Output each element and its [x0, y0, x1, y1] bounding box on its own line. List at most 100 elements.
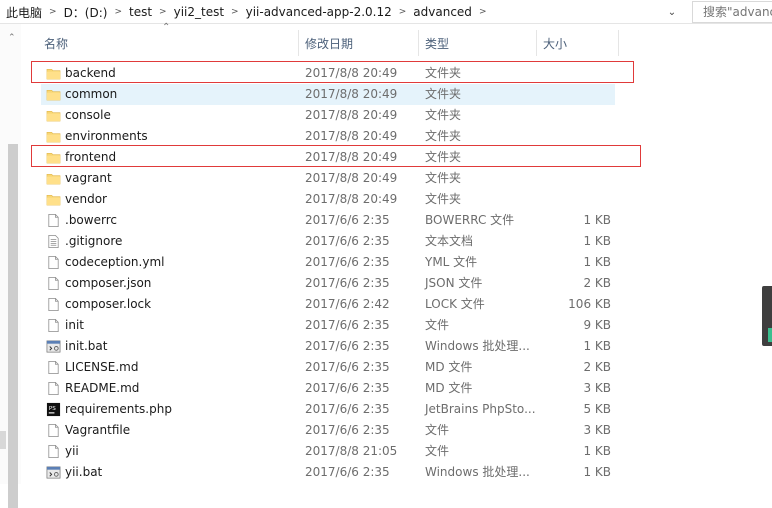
file-size: [541, 126, 611, 147]
sort-ascending-icon: ⌃: [162, 22, 171, 33]
file-name: .bowerrc: [65, 213, 117, 227]
file-name: init: [65, 318, 84, 332]
file-type: 文本文档: [425, 234, 474, 248]
address-divider: [682, 2, 683, 22]
file-name: common: [65, 87, 118, 101]
file-size: 3 KB: [583, 423, 611, 437]
file-type: 文件: [425, 318, 450, 332]
file-type: MD 文件: [425, 360, 473, 374]
file-type: 文件夹: [425, 150, 462, 164]
file-size: 1 KB: [583, 234, 611, 248]
file-row[interactable]: .gitignore 2017/6/6 2:35 文本文档 1 KB: [41, 231, 615, 252]
file-type: 文件夹: [425, 171, 462, 185]
file-name: composer.lock: [65, 297, 152, 311]
breadcrumb-separator-icon[interactable]: >: [396, 7, 410, 17]
file-size: 9 KB: [583, 318, 611, 332]
address-dropdown-icon[interactable]: ⌄: [663, 2, 681, 22]
file-row[interactable]: LICENSE.md 2017/6/6 2:35 MD 文件 2 KB: [41, 357, 615, 378]
breadcrumb-item-test[interactable]: test: [125, 5, 156, 19]
file-modified-date: 2017/8/8 21:05: [305, 444, 398, 458]
file-type: 文件夹: [425, 87, 462, 101]
search-input[interactable]: [692, 1, 772, 23]
file-size: 106 KB: [568, 297, 611, 311]
file-row[interactable]: .bowerrc 2017/6/6 2:35 BOWERRC 文件 1 KB: [41, 210, 615, 231]
file-row[interactable]: composer.json 2017/6/6 2:35 JSON 文件 2 KB: [41, 273, 615, 294]
file-row[interactable]: yii.bat 2017/6/6 2:35 Windows 批处理... 1 KB: [41, 462, 615, 483]
file-row[interactable]: init.bat 2017/6/6 2:35 Windows 批处理... 1 KB: [41, 336, 615, 357]
file-row[interactable]: init 2017/6/6 2:35 文件 9 KB: [41, 315, 615, 336]
file-row[interactable]: common 2017/8/8 20:49 文件夹: [41, 84, 615, 105]
file-modified-date: 2017/6/6 2:35: [305, 318, 390, 332]
column-header-name[interactable]: 名称: [44, 30, 68, 56]
column-header-type[interactable]: 类型: [425, 30, 449, 56]
file-row[interactable]: frontend 2017/8/8 20:49 文件夹: [41, 147, 615, 168]
file-name: vagrant: [65, 171, 112, 185]
column-divider[interactable]: [418, 30, 419, 56]
file-type: 文件: [425, 423, 450, 437]
file-name: composer.json: [65, 276, 152, 290]
file-name: Vagrantfile: [65, 423, 131, 437]
nav-scrollbar-thumb[interactable]: [8, 144, 18, 508]
file-name: .gitignore: [65, 234, 123, 248]
file-type: 文件夹: [425, 66, 462, 80]
breadcrumb-item-app[interactable]: yii-advanced-app-2.0.12: [242, 5, 396, 19]
breadcrumb: 此电脑 > D：(D:) > test > yii2_test > yii-ad…: [2, 4, 489, 20]
file-row[interactable]: console 2017/8/8 20:49 文件夹: [41, 105, 615, 126]
file-row[interactable]: composer.lock 2017/6/6 2:42 LOCK 文件 106 KB: [41, 294, 615, 315]
file-modified-date: 2017/8/8 20:49: [305, 192, 398, 206]
file-size: 1 KB: [583, 339, 611, 353]
file-name: backend: [65, 66, 116, 80]
file-modified-date: 2017/8/8 20:49: [305, 87, 398, 101]
column-header-date[interactable]: 修改日期: [305, 30, 353, 56]
file-modified-date: 2017/8/8 20:49: [305, 171, 398, 185]
file-size: [541, 63, 611, 84]
file-modified-date: 2017/6/6 2:35: [305, 360, 390, 374]
file-size: [541, 147, 611, 168]
file-type: LOCK 文件: [425, 297, 485, 311]
file-row[interactable]: Vagrantfile 2017/6/6 2:35 文件 3 KB: [41, 420, 615, 441]
file-type: 文件夹: [425, 129, 462, 143]
file-modified-date: 2017/6/6 2:35: [305, 339, 390, 353]
file-type: MD 文件: [425, 381, 473, 395]
address-bar[interactable]: 此电脑 > D：(D:) > test > yii2_test > yii-ad…: [0, 0, 772, 24]
file-name: requirements.php: [65, 402, 172, 416]
file-type: 文件夹: [425, 108, 462, 122]
breadcrumb-separator-icon[interactable]: >: [156, 7, 170, 17]
file-row[interactable]: yii 2017/8/8 21:05 文件 1 KB: [41, 441, 615, 462]
file-type: Windows 批处理...: [425, 465, 530, 479]
breadcrumb-separator-icon[interactable]: >: [111, 7, 125, 17]
file-type: JSON 文件: [425, 276, 483, 290]
file-row[interactable]: README.md 2017/6/6 2:35 MD 文件 3 KB: [41, 378, 615, 399]
column-divider[interactable]: [536, 30, 537, 56]
file-row[interactable]: PS requirements.php 2017/6/6 2:35 JetBrains…: [41, 399, 615, 420]
file-type: 文件: [425, 444, 450, 458]
breadcrumb-item-yii2-test[interactable]: yii2_test: [170, 5, 228, 19]
file-row[interactable]: backend 2017/8/8 20:49 文件夹: [41, 63, 615, 84]
file-name: README.md: [65, 381, 140, 395]
file-row[interactable]: vagrant 2017/8/8 20:49 文件夹: [41, 168, 615, 189]
file-size: [541, 105, 611, 126]
file-modified-date: 2017/6/6 2:35: [305, 465, 390, 479]
file-modified-date: 2017/6/6 2:35: [305, 423, 390, 437]
column-divider[interactable]: [618, 30, 619, 56]
file-type: 文件夹: [425, 192, 462, 206]
file-row[interactable]: vendor 2017/8/8 20:49 文件夹: [41, 189, 615, 210]
breadcrumb-item-drive[interactable]: D：(D:): [60, 4, 112, 21]
file-size: [541, 189, 611, 210]
breadcrumb-separator-icon[interactable]: >: [46, 7, 60, 17]
breadcrumb-separator-icon[interactable]: >: [476, 7, 490, 17]
file-row[interactable]: environments 2017/8/8 20:49 文件夹: [41, 126, 615, 147]
nav-scroll-up-icon[interactable]: ⌃: [8, 33, 16, 43]
nav-scrollbar-track[interactable]: [0, 431, 6, 449]
breadcrumb-separator-icon[interactable]: >: [228, 7, 242, 17]
file-size: 1 KB: [583, 255, 611, 269]
breadcrumb-item-advanced[interactable]: advanced: [409, 5, 476, 19]
file-size: [541, 168, 611, 189]
breadcrumb-item-this-pc[interactable]: 此电脑: [2, 4, 46, 21]
column-divider[interactable]: [298, 30, 299, 56]
file-type: Windows 批处理...: [425, 339, 530, 353]
file-row[interactable]: codeception.yml 2017/6/6 2:35 YML 文件 1 KB: [41, 252, 615, 273]
file-type: BOWERRC 文件: [425, 213, 515, 227]
file-name: frontend: [65, 150, 117, 164]
column-header-size[interactable]: 大小: [543, 30, 567, 56]
